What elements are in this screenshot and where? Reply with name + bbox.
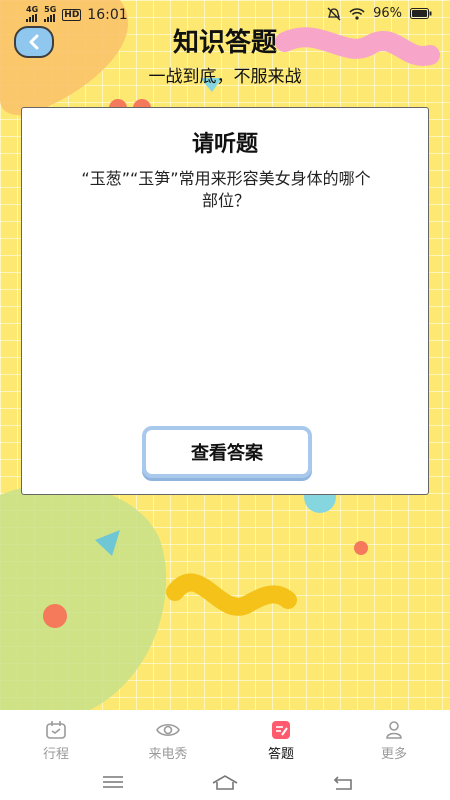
app-screen: 4G 5G HD 16:01 96% 知识答题 一战到底，不服来战 请听题 “玉… xyxy=(0,0,450,800)
tab-label: 行程 xyxy=(42,747,69,762)
tab-label: 更多 xyxy=(380,747,407,762)
system-nav-bar xyxy=(0,766,450,800)
mute-icon xyxy=(327,7,341,20)
menu-button[interactable] xyxy=(93,770,133,794)
yellow-squiggle xyxy=(166,573,297,616)
tab-label: 答题 xyxy=(267,747,294,762)
card-title: 请听题 xyxy=(191,132,258,157)
question-text: “玉葱”“玉笋”常用来形容美女身体的哪个部位？ xyxy=(81,169,371,210)
tab-label: 来电秀 xyxy=(148,747,188,762)
home-button[interactable] xyxy=(205,770,245,794)
status-right: 96% xyxy=(327,6,432,21)
signal-bars-icon xyxy=(26,14,37,22)
network-type-1: 4G xyxy=(26,5,39,14)
menu-icon xyxy=(103,776,123,788)
battery-percent: 96% xyxy=(373,6,402,21)
network-type-2: 5G xyxy=(44,5,57,14)
tab-caller-show[interactable]: 来电秀 xyxy=(112,710,224,766)
question-card: 请听题 “玉葱”“玉笋”常用来形容美女身体的哪个部位？ 查看答案 xyxy=(21,107,429,495)
page-subtitle: 一战到底，不服来战 xyxy=(148,67,302,87)
home-icon xyxy=(212,775,238,790)
green-blob xyxy=(0,484,167,710)
tab-more[interactable]: 更多 xyxy=(338,710,450,766)
back-nav-button[interactable] xyxy=(323,770,363,794)
wifi-icon xyxy=(349,8,365,20)
hd-badge: HD xyxy=(62,9,82,21)
battery-icon xyxy=(410,8,432,19)
bottom-tab-bar: 行程 来电秀 答题 更多 xyxy=(0,710,450,766)
tab-itinerary[interactable]: 行程 xyxy=(0,710,112,766)
view-answer-button[interactable]: 查看答案 xyxy=(142,426,312,478)
calendar-icon xyxy=(45,719,67,741)
person-icon xyxy=(384,719,404,741)
pencil-icon xyxy=(271,719,291,741)
orange-dot-left xyxy=(43,604,67,628)
eye-icon xyxy=(155,719,181,741)
orange-dot-right xyxy=(354,541,368,555)
page-title: 知识答题 xyxy=(172,28,277,58)
status-time: 16:01 xyxy=(87,7,128,23)
signal-bars-icon xyxy=(44,14,56,22)
back-arrow-icon xyxy=(333,776,352,790)
tab-quiz[interactable]: 答题 xyxy=(225,710,337,766)
